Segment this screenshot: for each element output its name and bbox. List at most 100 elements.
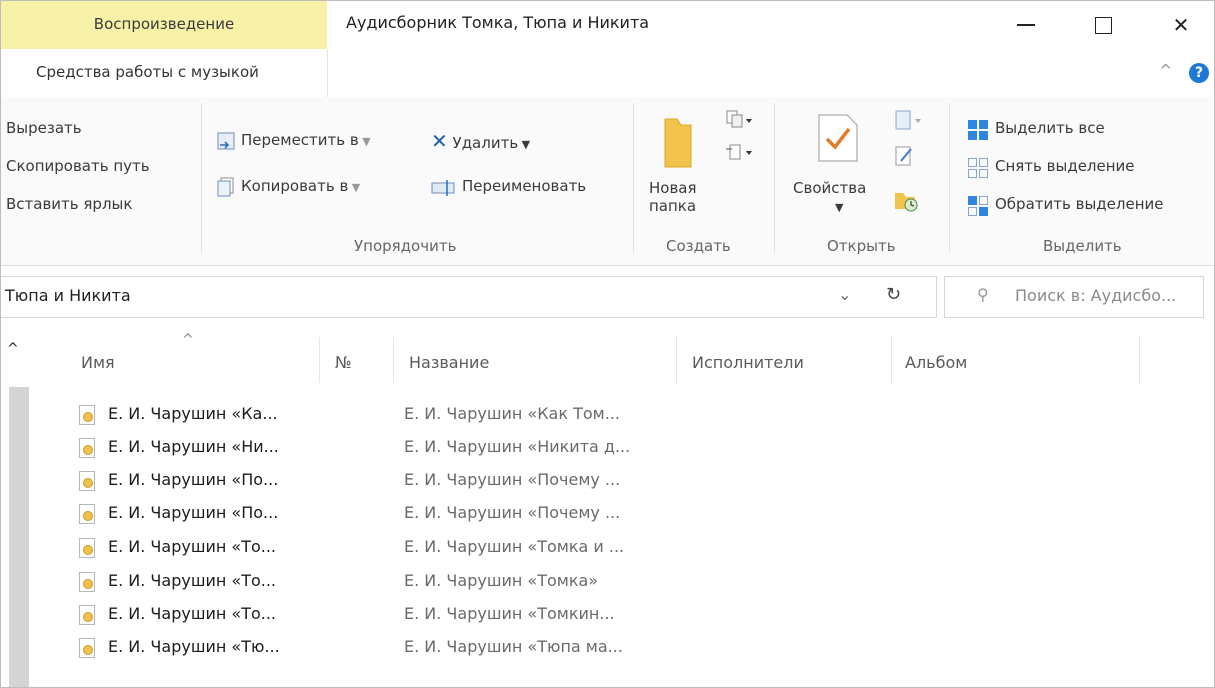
copy-to-icon [217,177,234,197]
rename-icon [431,180,455,196]
file-row[interactable]: Е. И. Чарушин «Тю... Е. И. Чарушин «Тюпа… [71,632,1151,662]
maximize-icon [1094,16,1112,34]
collapse-ribbon-icon[interactable]: ^ [1159,61,1172,80]
create-group-label: Создать [666,237,731,255]
column-divider[interactable] [676,337,677,383]
file-row[interactable]: Е. И. Чарушин «То... Е. И. Чарушин «Томк… [71,566,1151,596]
column-divider[interactable] [319,337,320,383]
file-name: Е. И. Чарушин «Тю... [108,637,280,656]
select-group-label: Выделить [1043,237,1122,255]
column-divider[interactable] [393,337,394,383]
file-title: Е. И. Чарушин «Тюпа ма... [404,637,623,656]
help-icon[interactable]: ? [1189,63,1209,83]
close-button[interactable]: ✕ [1151,1,1211,49]
move-to-icon [217,132,235,150]
edit-icon [895,146,912,166]
ribbon-separator [201,103,202,253]
minimize-icon [1017,24,1035,26]
title-bar: Воспроизведение Аудисборник Томка, Тюпа … [1,1,1214,49]
open-icon [895,110,921,130]
audio-file-icon [79,438,95,458]
ribbon-separator [633,103,634,253]
ribbon: Вырезать Скопировать путь Вставить ярлык… [1,97,1214,266]
ribbon-separator [774,103,775,253]
file-title: Е. И. Чарушин «Никита д... [404,437,631,456]
open-group-label: Открыть [827,237,896,255]
file-name: Е. И. Чарушин «Ни... [108,437,279,456]
properties-dropdown-icon[interactable]: ▼ [835,201,843,214]
refresh-icon[interactable]: ↻ [886,284,901,305]
search-placeholder: Поиск в: Аудисбо... [1015,286,1177,305]
new-folder-icon [664,118,692,168]
move-to-button[interactable]: Переместить в ▼ [241,131,371,149]
tab-music-tools[interactable]: Средства работы с музыкой [1,49,328,97]
audio-file-icon [79,538,95,558]
rename-button[interactable]: Переименовать [462,177,586,195]
properties-button[interactable]: Свойства [793,179,866,197]
address-bar[interactable]: Тюпа и Никита ⌄ ↻ [1,276,937,318]
chevron-down-icon[interactable]: ⌄ [838,285,851,304]
audio-file-icon [79,572,95,592]
file-name: Е. И. Чарушин «Ка... [108,404,278,423]
new-folder-button[interactable]: Новая папка [649,179,697,215]
file-name: Е. И. Чарушин «По... [108,503,279,522]
ribbon-separator [949,103,950,253]
select-none-button[interactable]: Снять выделение [995,157,1135,175]
file-row[interactable]: Е. И. Чарушин «По... Е. И. Чарушин «Поче… [71,465,1151,495]
audio-file-icon [79,405,95,425]
window-title: Аудисборник Томка, Тюпа и Никита [346,13,650,32]
copy-to-label: Копировать в [241,177,349,195]
new-folder-label-line2: папка [649,197,697,215]
file-row[interactable]: Е. И. Чарушин «То... Е. И. Чарушин «Томк… [71,532,1151,562]
column-divider[interactable] [891,337,892,383]
audio-file-icon [79,605,95,625]
file-name: Е. И. Чарушин «По... [108,470,279,489]
cut-button[interactable]: Вырезать [6,119,82,137]
new-folder-label-line1: Новая [649,179,697,197]
audio-file-icon [79,471,95,491]
column-divider[interactable] [1139,337,1140,383]
paste-shortcut-button[interactable]: Вставить ярлык [6,195,132,213]
copy-to-button[interactable]: Копировать в ▼ [241,177,360,195]
delete-button[interactable]: ✕ Удалить ▼ [431,129,530,153]
scroll-up-icon[interactable]: ^ [7,341,19,357]
history-icon [895,193,918,212]
organize-group-label: Упорядочить [354,237,457,255]
file-title: Е. И. Чарушин «Как Том... [404,404,620,423]
file-title: Е. И. Чарушин «Томкин... [404,604,615,623]
file-row[interactable]: Е. И. Чарушин «По... Е. И. Чарушин «Поче… [71,498,1151,528]
select-all-button[interactable]: Выделить все [995,119,1105,137]
audio-file-icon [79,638,95,658]
new-item-icon [726,110,752,128]
invert-selection-icon [968,196,988,216]
column-header-name[interactable]: Имя [81,353,115,372]
file-title: Е. И. Чарушин «Томка» [404,571,599,590]
maximize-button[interactable] [1073,1,1133,49]
file-name: Е. И. Чарушин «То... [108,604,277,623]
tab-playback-label: Воспроизведение [93,15,235,33]
tab-playback[interactable]: Воспроизведение [1,1,327,49]
move-to-label: Переместить в [241,131,359,149]
ribbon-tab-row: Средства работы с музыкой ^ ? [1,49,1214,98]
navigation-scrollbar[interactable]: ^ [7,331,29,687]
column-header-title[interactable]: Название [409,353,489,372]
explorer-window: Воспроизведение Аудисборник Томка, Тюпа … [0,0,1215,688]
address-path: Тюпа и Никита [5,286,131,305]
search-box[interactable]: ⚲ Поиск в: Аудисбо... [944,276,1204,318]
delete-label: Удалить [452,134,519,152]
copy-path-button[interactable]: Скопировать путь [6,157,150,175]
minimize-button[interactable] [996,1,1056,49]
scroll-thumb[interactable] [9,387,29,687]
properties-icon [818,114,858,162]
file-row[interactable]: Е. И. Чарушин «То... Е. И. Чарушин «Томк… [71,599,1151,629]
invert-selection-button[interactable]: Обратить выделение [995,195,1164,213]
column-header-artists[interactable]: Исполнители [692,353,804,372]
file-row[interactable]: Е. И. Чарушин «Ка... Е. И. Чарушин «Как … [71,399,1151,429]
file-row[interactable]: Е. И. Чарушин «Ни... Е. И. Чарушин «Ники… [71,432,1151,462]
column-header-album[interactable]: Альбом [905,353,967,372]
sort-ascending-icon: ^ [182,332,194,348]
easy-access-icon [726,144,752,160]
search-icon: ⚲ [977,285,989,304]
close-icon: ✕ [1172,13,1190,37]
column-header-number[interactable]: № [335,353,352,372]
